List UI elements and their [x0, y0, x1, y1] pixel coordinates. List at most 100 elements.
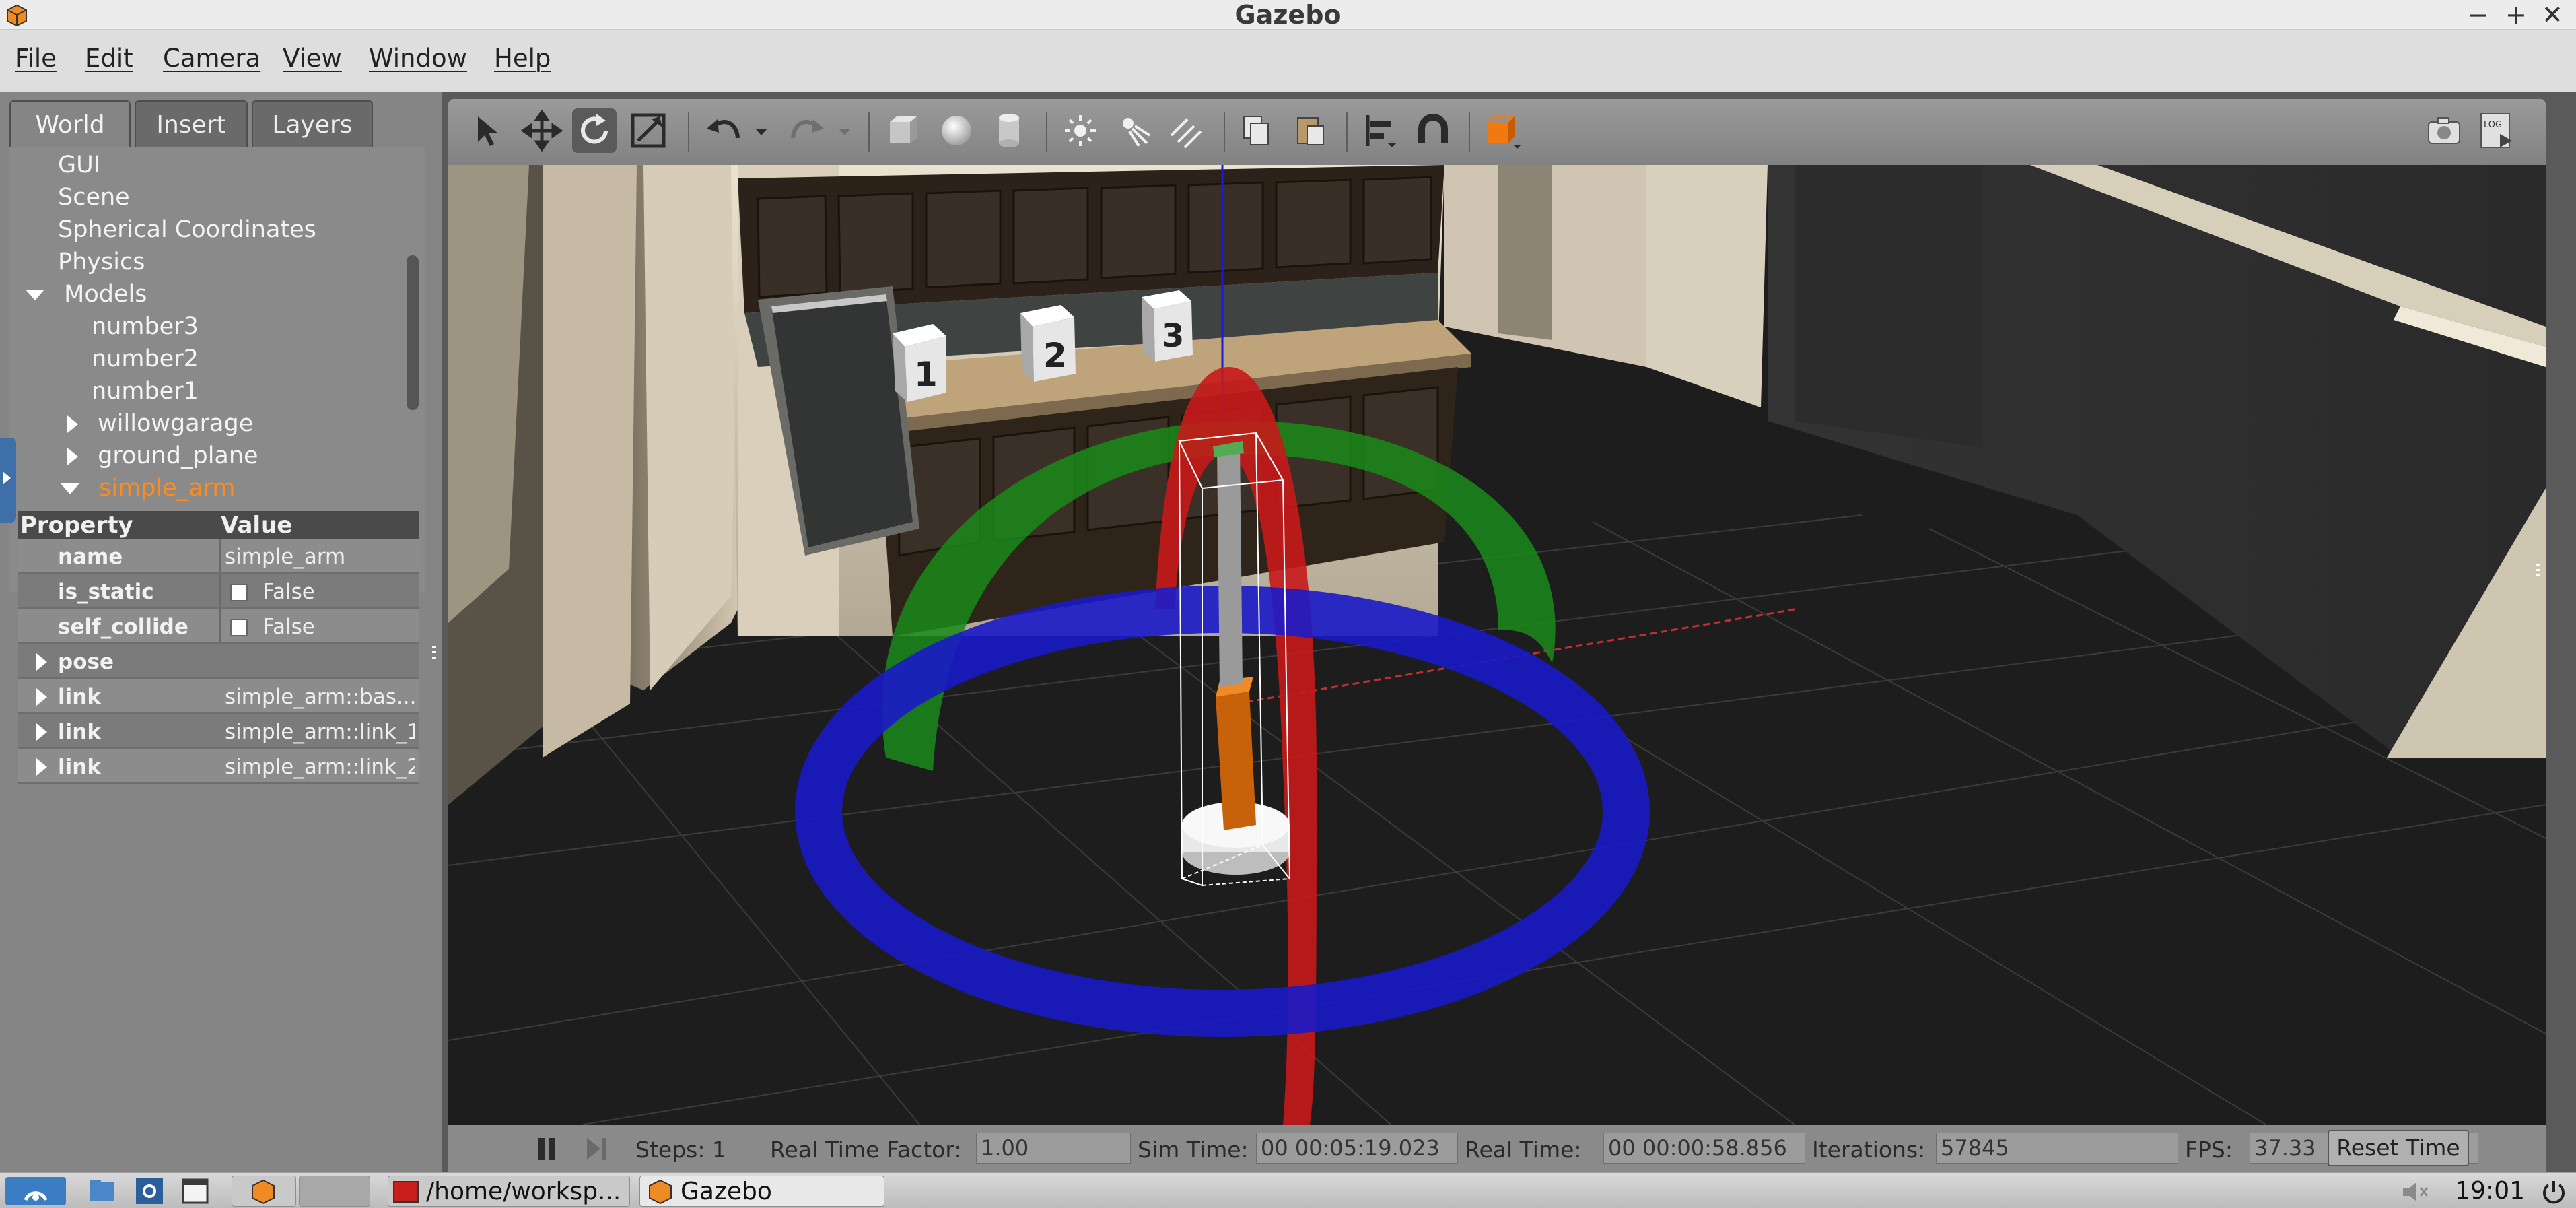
volume-muted-icon[interactable]	[2400, 1180, 2430, 1204]
number-cube-2[interactable]: 2	[1020, 305, 1076, 382]
column-divider	[219, 539, 221, 572]
tree-item-scene[interactable]: Scene	[58, 184, 130, 211]
3d-scene-render[interactable]: 1 2 3	[448, 165, 2546, 1125]
is-static-checkbox[interactable]	[230, 584, 248, 601]
tab-world[interactable]: World	[9, 100, 131, 154]
log-icon[interactable]: LOG	[2474, 108, 2519, 153]
column-divider	[219, 609, 221, 642]
collapsed-arrow-icon[interactable]	[67, 448, 78, 465]
tree-item-number1[interactable]: number1	[92, 378, 199, 405]
tree-item-willowgarage[interactable]: willowgarage	[67, 410, 253, 437]
self-collide-checkbox[interactable]	[230, 619, 248, 636]
align-icon[interactable]	[1358, 108, 1403, 153]
point-light-icon[interactable]	[1058, 108, 1103, 153]
prop-row-link-1[interactable]: link simple_arm::link_1	[18, 714, 419, 749]
arm-link-2[interactable]	[1217, 444, 1243, 687]
simulation-status-bar: Steps: 1 Real Time Factor: 1.00 Sim Time…	[448, 1125, 2546, 1172]
minimize-button[interactable]: −	[2468, 0, 2489, 30]
undo-icon[interactable]	[701, 108, 746, 153]
tree-item-spherical-coordinates[interactable]: Spherical Coordinates	[58, 216, 316, 243]
undo-history-dropdown-icon[interactable]	[751, 108, 771, 153]
expand-arrow-icon[interactable]	[36, 723, 47, 741]
screenshot-icon[interactable]	[2422, 108, 2466, 153]
menu-help[interactable]: Help	[494, 44, 551, 73]
cylinder-icon[interactable]	[987, 108, 1031, 153]
fps-label: FPS:	[2185, 1137, 2233, 1163]
tree-item-gui[interactable]: GUI	[58, 152, 100, 178]
expanded-arrow-icon[interactable]	[26, 290, 44, 300]
window-icon[interactable]	[180, 1177, 210, 1205]
pause-icon[interactable]	[533, 1135, 560, 1162]
column-divider	[219, 574, 221, 607]
toolbar-separator	[1224, 112, 1225, 152]
rotate-icon[interactable]	[572, 108, 617, 153]
settings-panel-icon[interactable]	[135, 1177, 164, 1205]
steps-value[interactable]: 1	[712, 1137, 726, 1163]
power-icon[interactable]	[2540, 1178, 2567, 1205]
taskbar-gazebo-task[interactable]: Gazebo	[639, 1176, 884, 1207]
number-cube-1[interactable]: 1	[893, 324, 946, 402]
paste-icon[interactable]	[1288, 108, 1333, 153]
prop-key: link	[58, 755, 101, 779]
menu-camera[interactable]: Camera	[163, 44, 260, 73]
header-property: Property	[20, 512, 133, 539]
tab-insert[interactable]: Insert	[135, 100, 248, 147]
expand-arrow-icon[interactable]	[36, 758, 47, 776]
menu-edit[interactable]: Edit	[85, 44, 133, 73]
panel-splitter-handle[interactable]	[431, 644, 438, 661]
prop-row-link-base[interactable]: link simple_arm::bas...	[18, 679, 419, 714]
taskbar-terminal-task[interactable]: /home/worksp...	[388, 1176, 630, 1207]
redo-history-dropdown-icon[interactable]	[835, 108, 855, 153]
collapsed-arrow-icon[interactable]	[67, 415, 78, 433]
prop-row-pose[interactable]: pose	[18, 644, 419, 679]
prop-row-link-2[interactable]: link simple_arm::link_2	[18, 749, 419, 784]
menu-view[interactable]: View	[283, 44, 342, 73]
redo-icon[interactable]	[785, 108, 829, 153]
file-manager-icon[interactable]	[88, 1177, 117, 1205]
right-panel-handle[interactable]	[2535, 562, 2542, 578]
directional-light-icon[interactable]	[1164, 108, 1209, 153]
maximize-button[interactable]: +	[2505, 0, 2527, 30]
prop-key: self_collide	[58, 615, 188, 639]
reset-time-button[interactable]: Reset Time	[2328, 1130, 2469, 1166]
toolbar-separator	[1046, 112, 1047, 152]
tree-item-number2[interactable]: number2	[92, 345, 199, 372]
close-button[interactable]: ✕	[2542, 0, 2563, 30]
prop-key: link	[58, 720, 101, 744]
snap-magnet-icon[interactable]	[1411, 108, 1455, 153]
step-icon[interactable]	[583, 1135, 610, 1162]
dock-collapse-tab[interactable]	[0, 438, 16, 523]
translate-icon[interactable]	[520, 108, 564, 153]
expand-arrow-icon[interactable]	[36, 688, 47, 706]
taskbar-empty-slot[interactable]	[299, 1176, 370, 1207]
select-arrow-icon[interactable]	[466, 108, 510, 153]
3d-viewport[interactable]: 1 2 3	[448, 165, 2546, 1125]
menu-window[interactable]: Window	[369, 44, 467, 73]
start-menu-icon[interactable]	[5, 1177, 66, 1205]
prop-key: name	[58, 545, 123, 569]
tree-item-number3[interactable]: number3	[92, 313, 199, 340]
box-icon[interactable]	[880, 108, 925, 153]
menu-file[interactable]: File	[15, 44, 57, 73]
tree-item-models-label: Models	[64, 281, 147, 308]
view-angle-icon[interactable]	[1481, 108, 1525, 153]
prop-key: is_static	[58, 580, 154, 604]
terminal-task-label: /home/worksp...	[426, 1178, 621, 1205]
sphere-icon[interactable]	[934, 108, 979, 153]
tree-item-ground-plane[interactable]: ground_plane	[67, 442, 258, 469]
spot-light-icon[interactable]	[1112, 108, 1156, 153]
clock[interactable]: 19:01	[2455, 1173, 2525, 1208]
tree-item-models[interactable]: Models	[26, 281, 147, 308]
left-column	[543, 165, 637, 758]
expanded-arrow-icon[interactable]	[61, 483, 79, 494]
copy-icon[interactable]	[1234, 108, 1279, 153]
number-cube-3[interactable]: 3	[1142, 290, 1193, 362]
tree-scrollbar[interactable]	[407, 255, 419, 410]
tab-layers[interactable]: Layers	[252, 100, 373, 147]
taskbar-gazebo-launcher[interactable]	[232, 1176, 296, 1207]
expand-arrow-icon[interactable]	[36, 653, 47, 671]
tree-item-simple-arm[interactable]: simple_arm	[61, 475, 235, 502]
prop-value[interactable]: simple_arm	[225, 539, 415, 574]
tree-item-physics[interactable]: Physics	[58, 248, 145, 275]
scale-icon[interactable]	[626, 108, 670, 153]
